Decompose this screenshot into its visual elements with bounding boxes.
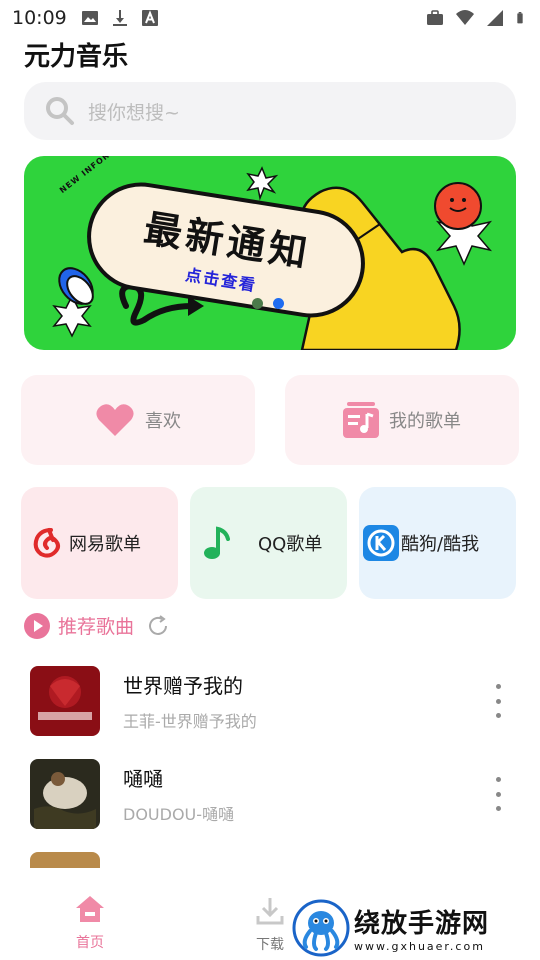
my-playlist-label: 我的歌单	[389, 411, 461, 432]
heart-icon	[96, 404, 134, 436]
briefcase-icon	[427, 10, 443, 25]
netease-icon	[33, 528, 60, 558]
like-card[interactable]: 喜欢	[21, 375, 255, 465]
status-time: 10:09	[12, 7, 67, 29]
app-title: 元力音乐	[24, 42, 129, 72]
text-a-icon	[141, 10, 158, 26]
image-icon	[81, 11, 98, 25]
netease-label: 网易歌单	[69, 534, 141, 555]
octopus-logo-icon	[292, 899, 350, 957]
playlist-icon	[343, 402, 379, 438]
nav-download-label: 下载	[256, 937, 284, 953]
banner-pagination	[252, 298, 284, 309]
song-artist: 王菲-世界赠予我的	[123, 712, 257, 731]
search-icon	[46, 97, 74, 125]
song-title: 世界赠予我的	[123, 674, 243, 698]
qq-playlist-card[interactable]: QQ歌单	[190, 487, 347, 599]
notice-banner[interactable]: NEW INFORMARTION 最新通知 点击查看	[24, 156, 516, 350]
qq-music-icon	[204, 526, 230, 559]
refresh-icon[interactable]	[146, 614, 170, 638]
more-options-icon[interactable]	[488, 684, 508, 718]
song-row-partial[interactable]	[0, 852, 540, 868]
watermark-url: www.gxhuaer.com	[354, 940, 485, 953]
song-artist: DOUDOU-嗵嗵	[123, 805, 235, 824]
battery-icon	[517, 12, 523, 24]
banner-title: 最新通知	[141, 204, 315, 276]
nav-home-label: 首页	[76, 935, 104, 951]
kugou-label: 酷狗/酷我	[401, 534, 480, 555]
album-cover	[30, 852, 100, 868]
recommended-header: 推荐歌曲	[24, 612, 170, 639]
search-bar[interactable]: 搜你想搜~	[24, 82, 516, 140]
kugou-icon	[363, 525, 399, 561]
status-left-icons	[81, 9, 159, 27]
more-options-icon[interactable]	[488, 777, 508, 811]
play-circle-icon[interactable]	[24, 612, 50, 639]
search-placeholder: 搜你想搜~	[88, 101, 180, 124]
like-label: 喜欢	[145, 411, 181, 432]
nav-download[interactable]: 下载	[244, 896, 296, 954]
netease-playlist-card[interactable]: 网易歌单	[21, 487, 178, 599]
watermark-title: 绕放手游网	[354, 909, 490, 939]
banner-dot-2[interactable]	[273, 298, 284, 309]
status-bar: 10:09	[0, 0, 540, 36]
status-right-icons	[426, 9, 528, 27]
download-icon	[112, 10, 127, 26]
song-row[interactable]: 世界赠予我的 王菲-世界赠予我的	[0, 666, 540, 752]
recommended-title: 推荐歌曲	[58, 616, 135, 638]
song-title: 嗵嗵	[123, 767, 163, 791]
signal-icon	[487, 10, 503, 26]
my-playlist-card[interactable]: 我的歌单	[285, 375, 519, 465]
album-cover	[30, 666, 100, 736]
kugou-playlist-card[interactable]: 酷狗/酷我	[359, 487, 516, 599]
home-icon	[76, 896, 104, 922]
download-icon	[256, 898, 284, 925]
album-cover	[30, 759, 100, 829]
watermark: 绕放手游网 www.gxhuaer.com	[292, 896, 538, 960]
banner-dot-1[interactable]	[252, 298, 263, 309]
nav-home[interactable]: 首页	[64, 894, 116, 952]
qq-label: QQ歌单	[258, 534, 323, 555]
song-row[interactable]: 嗵嗵 DOUDOU-嗵嗵	[0, 759, 540, 845]
wifi-icon	[456, 10, 474, 25]
